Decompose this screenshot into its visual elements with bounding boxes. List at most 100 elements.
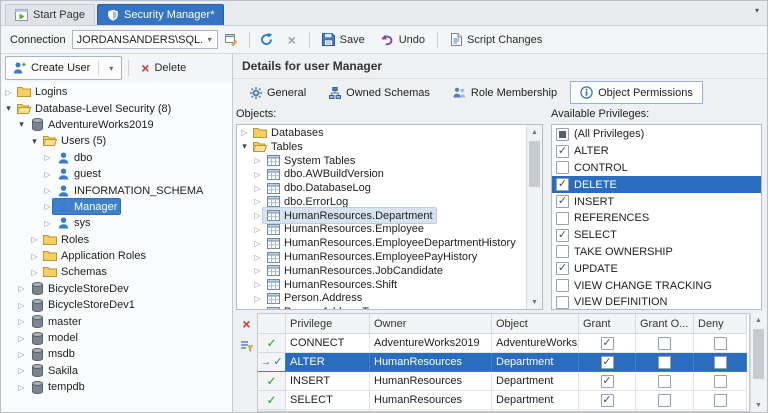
expand-arrow-icon[interactable]: ▷ (16, 284, 27, 293)
expand-arrow-icon[interactable]: ▷ (252, 225, 263, 234)
column-header-privilege[interactable]: Privilege (286, 314, 370, 334)
privilege-checkbox[interactable] (556, 195, 569, 209)
objects-tree-item-humanresources-employeepayhistory[interactable]: ▷ HumanResources.EmployeePayHistory (237, 250, 527, 264)
objects-tree-item-humanresources-jobcandidate[interactable]: ▷ HumanResources.JobCandidate (237, 264, 527, 278)
document-tab-security-manager[interactable]: Security Manager* (96, 4, 225, 25)
grant_option-checkbox[interactable] (658, 393, 671, 407)
objects-scrollbar[interactable]: ▲ ▼ (526, 125, 542, 309)
permission-row-alter[interactable]: → ✓ ALTER HumanResources Department (258, 353, 749, 372)
column-header-deny[interactable]: Deny (694, 314, 747, 334)
create-user-button[interactable]: Create User ▾ (5, 56, 123, 80)
expand-arrow-icon[interactable]: ▷ (16, 334, 27, 343)
security-tree-item-users-5[interactable]: ▾ Users (5) (1, 133, 232, 149)
scroll-down-icon[interactable]: ▼ (751, 398, 766, 412)
security-tree-item-msdb[interactable]: ▷ msdb (1, 346, 232, 362)
security-tree-item-dbo[interactable]: ▷ dbo (1, 150, 232, 166)
privilege-checkbox[interactable] (556, 228, 569, 242)
grant_option-checkbox[interactable] (658, 355, 671, 369)
expand-arrow-icon[interactable]: ▷ (252, 211, 263, 220)
expand-arrow-icon[interactable]: ▷ (252, 239, 263, 248)
expand-arrow-icon[interactable]: ▷ (252, 280, 263, 289)
delete-user-button[interactable]: × Delete (135, 59, 192, 77)
security-tree-item-adventureworks2019[interactable]: ▾ AdventureWorks2019 (1, 117, 232, 133)
privilege-checkbox[interactable] (556, 245, 569, 259)
permission-row-connect[interactable]: ✓ CONNECT AdventureWorks2019 AdventureWorks… (258, 334, 749, 353)
expand-arrow-icon[interactable]: ▷ (252, 266, 263, 275)
chevron-down-icon[interactable]: ▾ (203, 35, 217, 44)
collapse-arrow-icon[interactable]: ▾ (239, 141, 250, 152)
column-header-object[interactable]: Object (492, 314, 579, 334)
expand-arrow-icon[interactable]: ▷ (29, 235, 40, 244)
expand-arrow-icon[interactable]: ▷ (42, 170, 53, 179)
objects-tree-item-person-address[interactable]: ▷ Person.Address (237, 292, 527, 306)
security-tree-item-information-schema[interactable]: ▷ INFORMATION_SCHEMA (1, 182, 232, 198)
expand-arrow-icon[interactable]: ▷ (252, 170, 263, 179)
expand-arrow-icon[interactable]: ▷ (42, 202, 53, 211)
remove-permission-button[interactable]: × (238, 315, 256, 332)
objects-tree-item-humanresources-employee[interactable]: ▷ HumanResources.Employee (237, 223, 527, 237)
expand-arrow-icon[interactable]: ▷ (16, 383, 27, 392)
permission-row-insert[interactable]: ✓ INSERT HumanResources Department (258, 372, 749, 391)
document-tab-start-page[interactable]: Start Page (5, 4, 95, 25)
expand-arrow-icon[interactable]: ▷ (16, 301, 27, 310)
grant-checkbox[interactable] (600, 355, 614, 369)
collapse-arrow-icon[interactable]: ▾ (16, 119, 27, 130)
scroll-up-icon[interactable]: ▲ (751, 313, 766, 327)
security-tree-item-logins[interactable]: ▷ Logins (1, 84, 232, 100)
filter-button[interactable] (238, 337, 256, 354)
expand-arrow-icon[interactable]: ▷ (42, 153, 53, 162)
edit-connection-button[interactable] (221, 30, 243, 50)
privilege-checkbox[interactable] (556, 178, 569, 192)
objects-tree-item-tables[interactable]: ▾ Tables (237, 140, 527, 154)
security-tree-item-manager[interactable]: ▷ Manager (1, 198, 232, 216)
security-tree-item-master[interactable]: ▷ master (1, 313, 232, 329)
column-header-owner[interactable]: Owner (370, 314, 492, 334)
objects-tree-item-dbo-errorlog[interactable]: ▷ dbo.ErrorLog (237, 195, 527, 209)
expand-arrow-icon[interactable]: ▷ (29, 252, 40, 261)
permission-row-update[interactable]: ✓UPDATEHumanResourcesDepartment (258, 410, 749, 411)
privilege-item-insert[interactable]: INSERT (552, 193, 761, 210)
expand-arrow-icon[interactable]: ▷ (42, 219, 53, 228)
objects-tree-item-humanresources-employeedepartmenthistory[interactable]: ▷ HumanResources.EmployeeDepartmentHistor… (237, 236, 527, 250)
security-tree-item-roles[interactable]: ▷ Roles (1, 232, 232, 248)
expand-arrow-icon[interactable]: ▷ (42, 186, 53, 195)
scroll-thumb[interactable] (753, 329, 764, 379)
undo-button[interactable]: Undo (374, 32, 431, 48)
expand-arrow-icon[interactable]: ▷ (252, 156, 263, 165)
objects-tree-item-person-addresstype[interactable]: ▷ Person.AddressType (237, 305, 527, 309)
security-tree-item-model[interactable]: ▷ model (1, 330, 232, 346)
privilege-item-all-privileges[interactable]: (All Privileges) (552, 126, 761, 143)
script-changes-button[interactable]: Script Changes (444, 31, 548, 48)
security-tree-item-sys[interactable]: ▷ sys (1, 215, 232, 231)
connection-combobox[interactable]: JORDANSANDERS\SQL... ▾ (71, 30, 218, 49)
deny-checkbox[interactable] (713, 336, 727, 350)
deny-checkbox[interactable] (713, 355, 727, 369)
objects-tree-item-dbo-awbuildversion[interactable]: ▷ dbo.AWBuildVersion (237, 167, 527, 181)
privilege-item-select[interactable]: SELECT (552, 227, 761, 244)
privilege-item-control[interactable]: CONTROL (552, 160, 761, 177)
deny-checkbox[interactable] (713, 374, 727, 388)
privilege-checkbox[interactable] (556, 144, 569, 158)
expand-arrow-icon[interactable]: ▷ (16, 350, 27, 359)
grant_option-checkbox[interactable] (658, 374, 671, 388)
column-header-grant-o[interactable]: Grant O... (636, 314, 694, 334)
privilege-checkbox[interactable] (556, 161, 569, 175)
expand-arrow-icon[interactable]: ▷ (252, 184, 263, 193)
expand-arrow-icon[interactable]: ▷ (252, 294, 263, 303)
expand-arrow-icon[interactable]: ▷ (252, 197, 263, 206)
privilege-item-alter[interactable]: ALTER (552, 143, 761, 160)
security-tree-item-tempdb[interactable]: ▷ tempdb (1, 379, 232, 395)
grid-scrollbar[interactable]: ▲ ▼ (750, 313, 766, 412)
privilege-checkbox[interactable] (556, 262, 569, 276)
tab-owned-schemas[interactable]: Owned Schemas (319, 82, 440, 104)
security-tree-item-bicyclestoredev1[interactable]: ▷ BicycleStoreDev1 (1, 297, 232, 313)
objects-tree-item-databases[interactable]: ▷ Databases (237, 126, 527, 140)
deny-checkbox[interactable] (713, 393, 727, 407)
security-tree-item-sakila[interactable]: ▷ Sakila (1, 363, 232, 379)
security-tree-item-guest[interactable]: ▷ guest (1, 166, 232, 182)
grant-checkbox[interactable] (600, 336, 614, 350)
expand-arrow-icon[interactable]: ▷ (252, 253, 263, 262)
chevron-down-icon[interactable]: ▾ (104, 64, 118, 73)
privilege-item-view-definition[interactable]: VIEW DEFINITION (552, 294, 761, 309)
objects-tree-item-humanresources-department[interactable]: ▷ HumanResources.Department (237, 207, 527, 225)
